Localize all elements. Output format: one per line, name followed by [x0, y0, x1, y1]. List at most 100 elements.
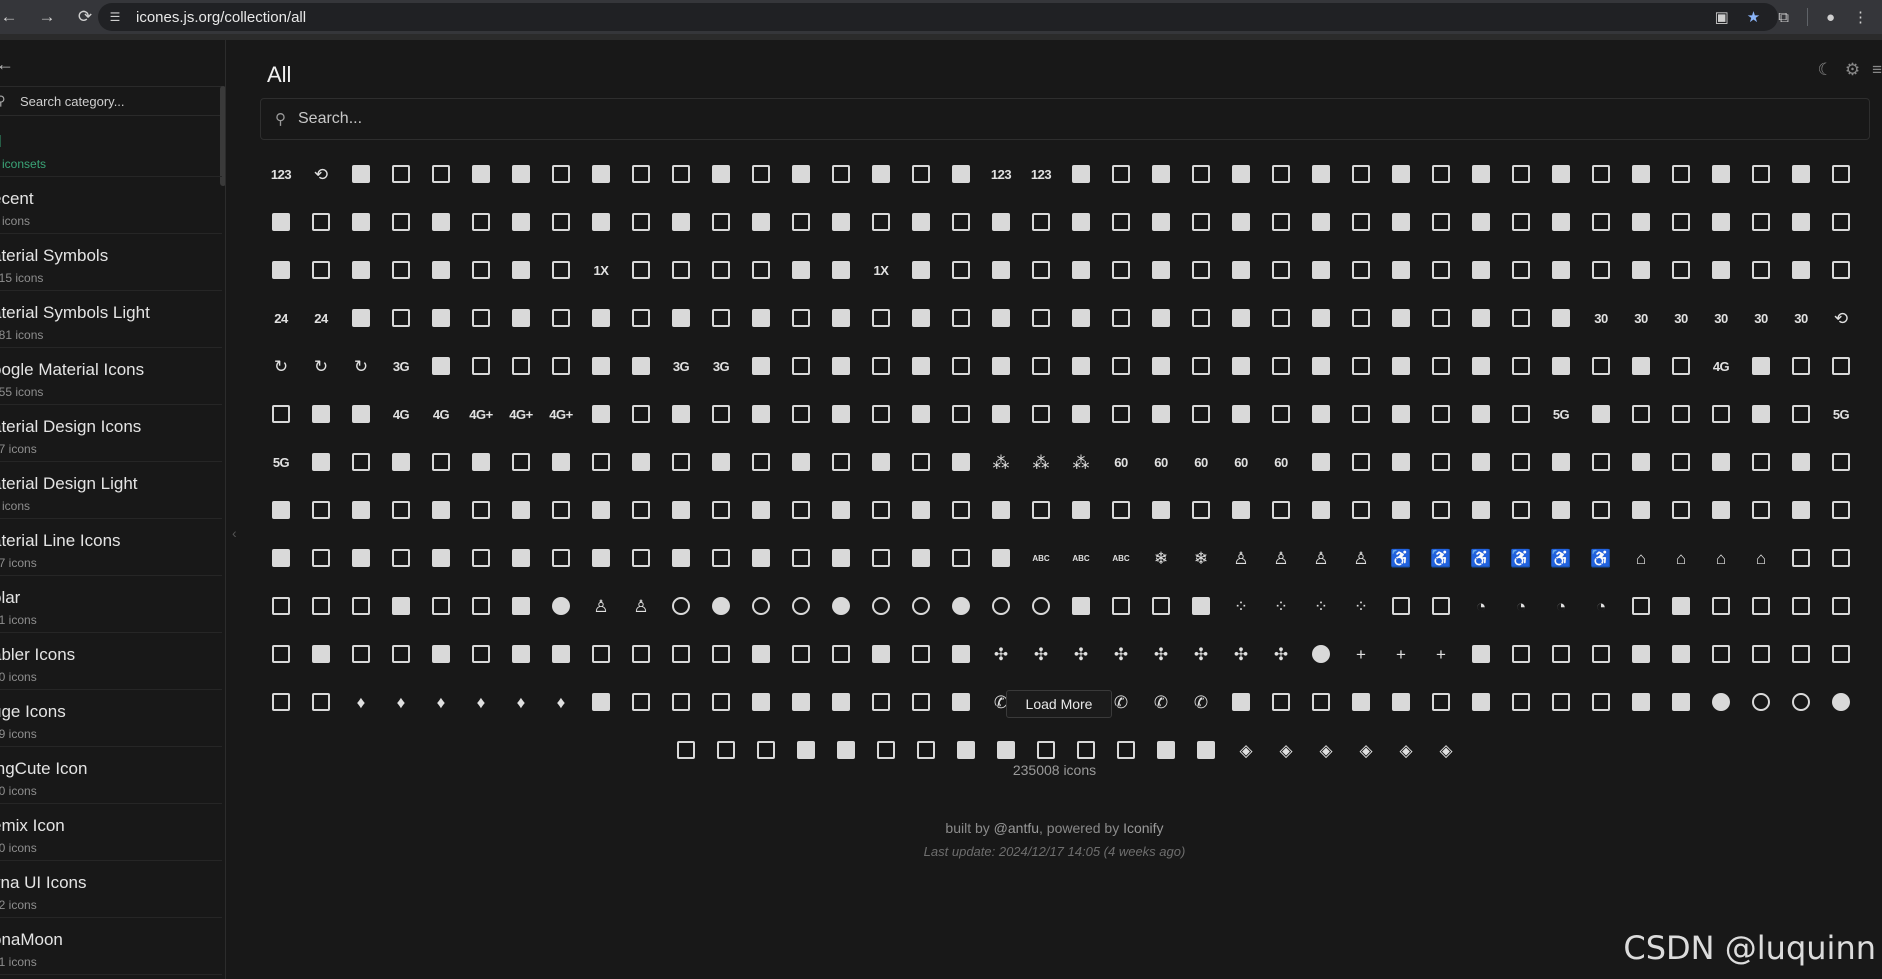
icon-tile[interactable]: [381, 534, 421, 582]
sidebar-item[interactable]: aterial Design Icons 47 icons: [0, 405, 222, 462]
icon-tile[interactable]: [1701, 582, 1741, 630]
icon-tile[interactable]: [341, 150, 381, 198]
icon-tile[interactable]: [1341, 390, 1381, 438]
icon-tile[interactable]: [661, 534, 701, 582]
icon-tile[interactable]: 1X: [581, 246, 621, 294]
icon-tile[interactable]: [1621, 438, 1661, 486]
icon-tile[interactable]: [1541, 150, 1581, 198]
icon-tile[interactable]: [1661, 486, 1701, 534]
icon-tile[interactable]: [1621, 390, 1661, 438]
icon-tile[interactable]: ❄: [1141, 534, 1181, 582]
icon-tile[interactable]: [501, 198, 541, 246]
icon-tile[interactable]: [901, 534, 941, 582]
icon-tile[interactable]: [901, 678, 941, 726]
icon-tile[interactable]: 60: [1101, 438, 1141, 486]
icon-tile[interactable]: [1621, 198, 1661, 246]
icon-tile[interactable]: [1381, 198, 1421, 246]
icon-tile[interactable]: [1221, 486, 1261, 534]
icon-search[interactable]: ⚲: [260, 98, 1870, 140]
icon-tile[interactable]: [501, 534, 541, 582]
sidebar-item[interactable]: aterial Design Light 4 icons: [0, 462, 222, 519]
sidebar-item[interactable]: onaMoon 81 icons: [0, 918, 222, 975]
icon-tile[interactable]: [701, 534, 741, 582]
icon-tile[interactable]: ↻: [341, 342, 381, 390]
icon-tile[interactable]: [1141, 390, 1181, 438]
icon-tile[interactable]: [1741, 198, 1781, 246]
icon-tile[interactable]: [781, 150, 821, 198]
icon-tile[interactable]: [1141, 294, 1181, 342]
icon-tile[interactable]: [421, 582, 461, 630]
icon-tile[interactable]: [1541, 630, 1581, 678]
icon-tile[interactable]: [821, 534, 861, 582]
icon-tile[interactable]: [1061, 486, 1101, 534]
icon-tile[interactable]: [1661, 198, 1701, 246]
icon-tile[interactable]: [621, 630, 661, 678]
icon-tile[interactable]: [781, 438, 821, 486]
icon-tile[interactable]: [661, 438, 701, 486]
icon-tile[interactable]: [301, 486, 341, 534]
icon-tile[interactable]: [261, 534, 301, 582]
icon-tile[interactable]: [941, 438, 981, 486]
icon-tile[interactable]: [741, 198, 781, 246]
icon-tile[interactable]: [1461, 486, 1501, 534]
icon-tile[interactable]: [541, 246, 581, 294]
icon-tile[interactable]: [1781, 246, 1821, 294]
icon-tile[interactable]: [861, 582, 901, 630]
icon-tile[interactable]: [1381, 342, 1421, 390]
icon-tile[interactable]: [1581, 342, 1621, 390]
icon-tile[interactable]: [1701, 630, 1741, 678]
icon-tile[interactable]: [861, 294, 901, 342]
icon-tile[interactable]: [1421, 294, 1461, 342]
icon-tile[interactable]: [1541, 294, 1581, 342]
icon-tile[interactable]: [461, 198, 501, 246]
icon-tile[interactable]: ⁘: [1301, 582, 1341, 630]
icon-tile[interactable]: [1621, 678, 1661, 726]
icon-tile[interactable]: ♿: [1421, 534, 1461, 582]
icon-tile[interactable]: [781, 198, 821, 246]
icon-tile[interactable]: [1741, 342, 1781, 390]
icon-tile[interactable]: [381, 438, 421, 486]
icon-tile[interactable]: [941, 198, 981, 246]
icon-tile[interactable]: [621, 390, 661, 438]
icon-tile[interactable]: ♙: [1261, 534, 1301, 582]
icon-tile[interactable]: [501, 630, 541, 678]
author-link[interactable]: @antfu: [994, 820, 1039, 836]
icon-tile[interactable]: ♿: [1581, 534, 1621, 582]
icon-tile[interactable]: [1821, 582, 1861, 630]
icon-tile[interactable]: [421, 342, 461, 390]
icon-tile[interactable]: [1701, 486, 1741, 534]
icon-tile[interactable]: [821, 486, 861, 534]
icon-tile[interactable]: [541, 294, 581, 342]
icon-tile[interactable]: [501, 294, 541, 342]
icon-tile[interactable]: [1341, 438, 1381, 486]
icon-tile[interactable]: [741, 246, 781, 294]
icon-tile[interactable]: [821, 294, 861, 342]
icon-tile[interactable]: [861, 678, 901, 726]
icon-tile[interactable]: ⌂: [1621, 534, 1661, 582]
icon-tile[interactable]: [1661, 438, 1701, 486]
moon-icon[interactable]: ☾: [1818, 60, 1833, 80]
reload-icon[interactable]: ⟳: [76, 7, 94, 27]
sidebar-item[interactable]: olar 01 icons: [0, 576, 222, 633]
sidebar-item[interactable]: aterial Line Icons 87 icons: [0, 519, 222, 576]
icon-tile[interactable]: [261, 678, 301, 726]
icon-tile[interactable]: [1101, 246, 1141, 294]
icon-tile[interactable]: ⁂: [1021, 438, 1061, 486]
icon-tile[interactable]: [1701, 678, 1741, 726]
icon-tile[interactable]: [341, 486, 381, 534]
icon-tile[interactable]: ♙: [581, 582, 621, 630]
icon-tile[interactable]: [1501, 198, 1541, 246]
icon-tile[interactable]: [1621, 486, 1661, 534]
icon-tile[interactable]: [261, 390, 301, 438]
install-icon[interactable]: ▣: [1715, 8, 1729, 26]
icon-tile[interactable]: 30: [1741, 294, 1781, 342]
icon-tile[interactable]: [1821, 486, 1861, 534]
icon-tile[interactable]: [1741, 246, 1781, 294]
icon-tile[interactable]: [421, 630, 461, 678]
icon-tile[interactable]: [821, 198, 861, 246]
icon-tile[interactable]: [341, 438, 381, 486]
icon-tile[interactable]: [581, 294, 621, 342]
icon-tile[interactable]: [1501, 678, 1541, 726]
icon-tile[interactable]: [1621, 342, 1661, 390]
icon-tile[interactable]: [901, 198, 941, 246]
